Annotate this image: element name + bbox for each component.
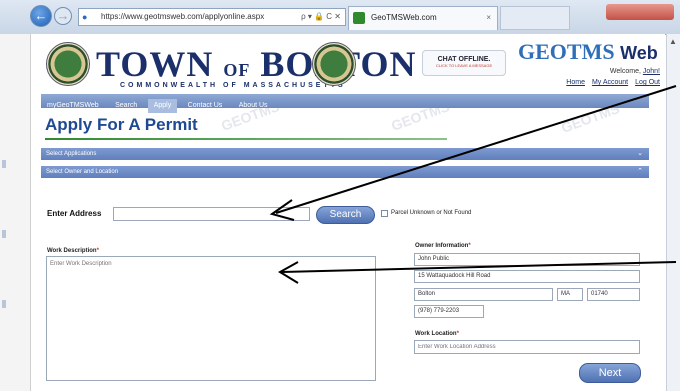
main-nav: myGeoTMSWeb Search Apply Contact Us Abou… bbox=[41, 94, 649, 113]
title-underline bbox=[45, 138, 447, 140]
commonwealth-text: COMMONWEALTH OF MASSACHUSETTS bbox=[120, 82, 346, 89]
account-links: Home My Account Log Out bbox=[520, 79, 660, 86]
owner-name-field[interactable]: John Public bbox=[414, 253, 640, 266]
site-identity-icon: ● bbox=[82, 12, 88, 22]
margin-marker bbox=[2, 230, 6, 238]
geotmsweb-logo: GEOTMS Web bbox=[518, 39, 658, 64]
margin-marker bbox=[2, 300, 6, 308]
owner-city-field[interactable]: Bolton bbox=[414, 288, 553, 301]
scrollbar[interactable] bbox=[666, 34, 680, 391]
forward-arrow-icon[interactable]: → bbox=[54, 7, 72, 25]
work-location-input[interactable] bbox=[414, 340, 640, 354]
tab-close-icon[interactable]: × bbox=[486, 7, 491, 29]
url-text: https://www.geotmsweb.com/applyonline.as… bbox=[101, 12, 265, 21]
scroll-up-arrow-icon[interactable]: ▲ bbox=[667, 36, 679, 48]
chat-subtitle: CLICK TO LEAVE A MESSAGE bbox=[435, 63, 493, 68]
chat-offline-button[interactable]: CHAT OFFLINE. CLICK TO LEAVE A MESSAGE bbox=[422, 50, 506, 76]
chat-title: CHAT OFFLINE. bbox=[437, 56, 491, 63]
search-button[interactable]: Search bbox=[316, 206, 375, 224]
parcel-unknown-checkbox[interactable] bbox=[381, 210, 388, 217]
my-account-link[interactable]: My Account bbox=[592, 79, 628, 86]
select-owner-location-section[interactable]: Select Owner and Location ⌃ bbox=[41, 166, 649, 178]
address-controls[interactable]: ρ ▾ 🔒 C ✕ bbox=[301, 9, 341, 25]
work-description-label: Work Description* bbox=[47, 248, 99, 254]
owner-zip-field[interactable]: 01740 bbox=[587, 288, 640, 301]
nav-item-mygeotmsweb[interactable]: myGeoTMSWeb bbox=[41, 99, 105, 113]
select-applications-section[interactable]: Select Applications ⌄ bbox=[41, 148, 649, 160]
left-margin bbox=[0, 34, 31, 391]
nav-item-apply[interactable]: Apply bbox=[147, 99, 178, 113]
parcel-unknown-label: Parcel Unknown or Not Found bbox=[391, 210, 472, 216]
page-title: Apply For A Permit bbox=[45, 115, 198, 134]
section-label: Select Applications bbox=[46, 151, 97, 157]
town-seal-left-logo bbox=[46, 42, 90, 86]
enter-address-label: Enter Address bbox=[47, 209, 102, 218]
owner-street-field[interactable]: 15 Wattaquadock Hill Road bbox=[414, 270, 640, 283]
work-location-label: Work Location* bbox=[415, 331, 459, 337]
margin-marker bbox=[2, 160, 6, 168]
new-tab-button[interactable] bbox=[500, 6, 570, 30]
logout-link[interactable]: Log Out bbox=[635, 79, 660, 86]
owner-information-label: Owner Information* bbox=[415, 243, 471, 249]
address-input[interactable] bbox=[113, 207, 310, 221]
nav-item-about-us[interactable]: About Us bbox=[233, 99, 274, 113]
chevron-up-icon: ⌃ bbox=[637, 168, 643, 175]
address-bar[interactable]: https://www.geotmsweb.com/applyonline.as… bbox=[78, 8, 346, 26]
work-description-textarea[interactable] bbox=[46, 256, 376, 381]
owner-state-field[interactable]: MA bbox=[557, 288, 583, 301]
favicon-icon bbox=[353, 12, 365, 24]
owner-phone-field[interactable]: (978) 779-2203 bbox=[414, 305, 484, 318]
tab-title: GeoTMSWeb.com bbox=[371, 13, 437, 22]
welcome-text: Welcome, John! bbox=[609, 68, 660, 75]
window-controls[interactable] bbox=[606, 4, 674, 20]
home-link[interactable]: Home bbox=[566, 79, 585, 86]
back-arrow-icon[interactable]: ← bbox=[30, 5, 52, 27]
nav-item-search[interactable]: Search bbox=[109, 99, 143, 113]
town-seal-right-logo bbox=[312, 42, 356, 86]
next-button[interactable]: Next bbox=[579, 363, 641, 383]
nav-item-contact-us[interactable]: Contact Us bbox=[182, 99, 229, 113]
chevron-down-icon: ⌄ bbox=[637, 150, 643, 157]
section-label: Select Owner and Location bbox=[46, 169, 119, 175]
browser-tab[interactable]: GeoTMSWeb.com × bbox=[348, 6, 498, 30]
